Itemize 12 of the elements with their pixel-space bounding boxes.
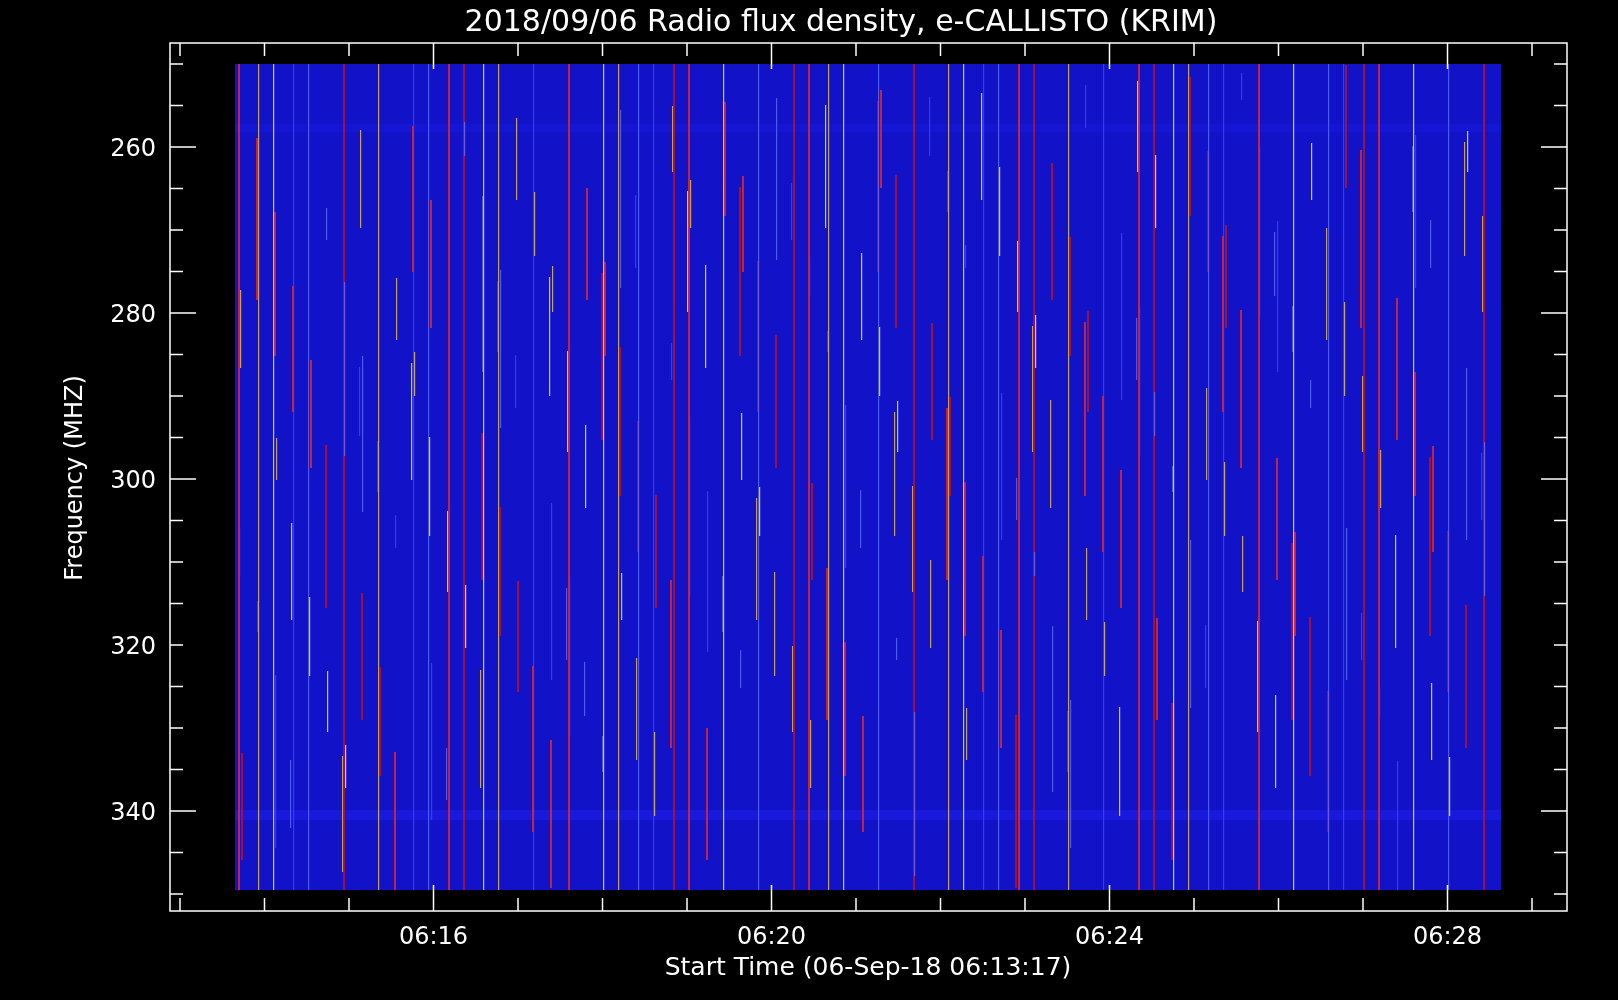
x-axis-label: Start Time (06-Sep-18 06:13:17) xyxy=(664,952,1072,981)
y-tick-label: 280 xyxy=(110,300,156,328)
x-tick-label: 06:24 xyxy=(1074,922,1145,950)
y-tick-label: 340 xyxy=(110,798,156,826)
chart-title: 2018/09/06 Radio flux density, e-CALLISTO (KRIM) xyxy=(464,3,1218,38)
x-tick-label: 06:16 xyxy=(398,922,469,950)
x-tick-label: 06:20 xyxy=(736,922,807,950)
y-tick-label: 300 xyxy=(110,466,156,494)
y-tick-label: 320 xyxy=(110,632,156,660)
y-axis-label: Frequency (MHZ) xyxy=(60,375,88,581)
x-tick-label: 06:28 xyxy=(1412,922,1483,950)
y-tick-label: 260 xyxy=(110,134,156,162)
